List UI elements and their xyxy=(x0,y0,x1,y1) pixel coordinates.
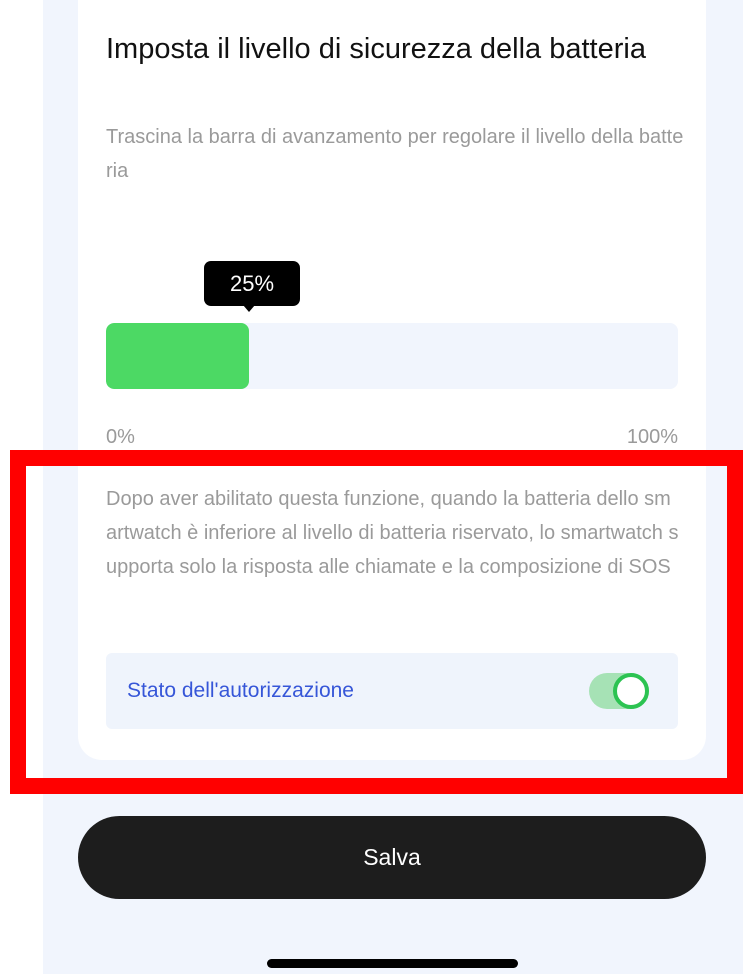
feature-description: Dopo aver abilitato questa funzione, qua… xyxy=(106,488,679,578)
slider-fill[interactable] xyxy=(106,323,249,389)
tooltip-arrow xyxy=(243,305,255,312)
permission-status-row: Stato dell'autorizzazione xyxy=(106,653,678,729)
toggle-knob xyxy=(613,673,649,709)
page-subtitle: Trascina la barra di avanzamento per reg… xyxy=(106,126,684,182)
permission-status-label: Stato dell'autorizzazione xyxy=(127,679,354,702)
save-button[interactable]: Salva xyxy=(78,816,706,899)
slider-max-label: 100% xyxy=(626,426,678,448)
permission-toggle[interactable] xyxy=(589,673,649,709)
home-indicator xyxy=(267,959,518,968)
page-title: Imposta il livello di sicurezza della ba… xyxy=(106,33,646,65)
battery-level-slider[interactable] xyxy=(106,323,678,389)
slider-value-tooltip: 25% xyxy=(204,261,300,306)
slider-min-label: 0% xyxy=(106,426,135,448)
screen-background: Imposta il livello di sicurezza della ba… xyxy=(43,0,743,974)
